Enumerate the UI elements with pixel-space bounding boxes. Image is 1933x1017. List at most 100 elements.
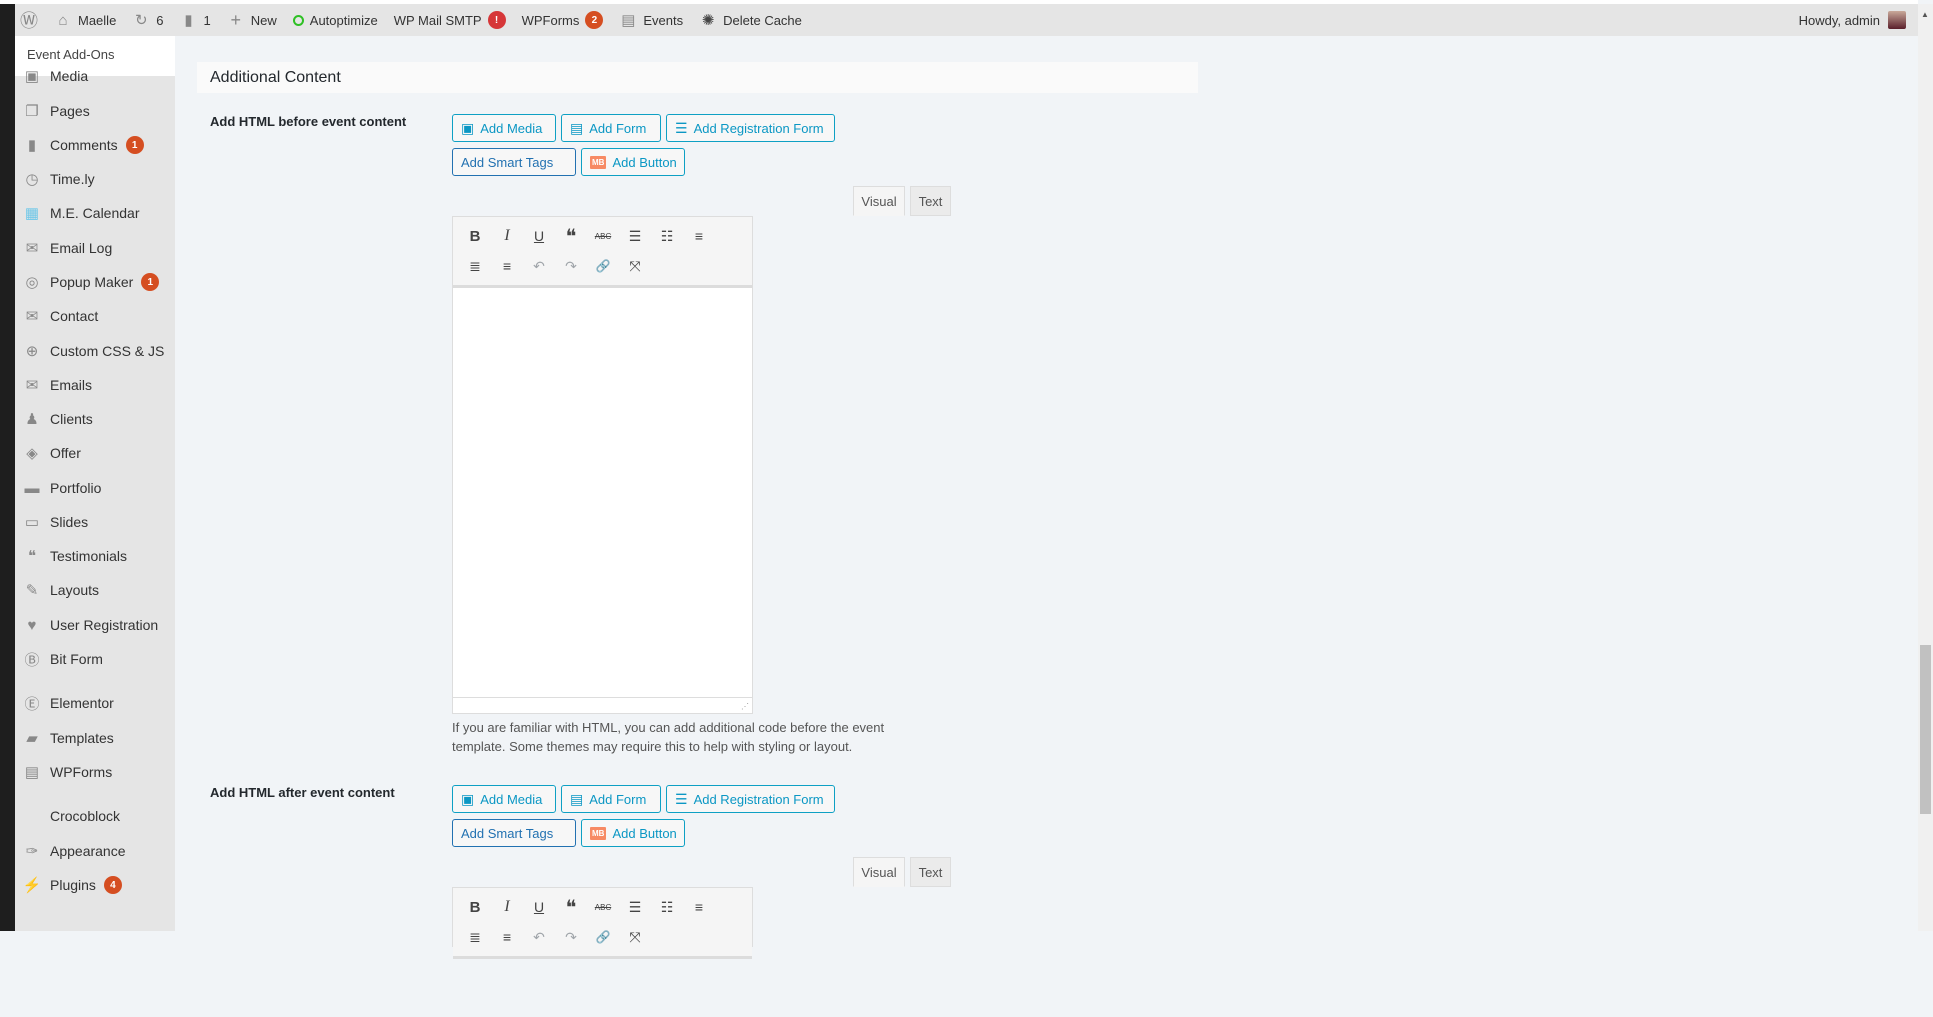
align-center-icon[interactable]: ≣ (459, 922, 491, 952)
before-editor[interactable]: B I U ❝ ABC ☰ ☷ ≡ ≣ ≡ ↶ ↷ 🔗 ⤧ ⋰ (452, 216, 753, 714)
wpforms-link[interactable]: WPForms 2 (522, 11, 604, 29)
align-left-icon[interactable]: ≡ (683, 221, 715, 251)
media-icon: ▣ (461, 790, 475, 807)
scrollbar[interactable]: ▲ (1918, 4, 1933, 931)
sidebar-item-plugins[interactable]: ⚡ Plugins 4 (15, 868, 175, 902)
sidebar-item-m-e-calendar[interactable]: ▦ M.E. Calendar (15, 196, 175, 230)
sidebar-item-elementor[interactable]: Ⓔ Elementor (15, 686, 175, 720)
sidebar-item-slides[interactable]: ▭ Slides (15, 505, 175, 539)
underline-icon[interactable]: U (523, 892, 555, 922)
after-add-form-button[interactable]: ▤ Add Form (561, 785, 661, 813)
smtp-label: WP Mail SMTP (393, 12, 482, 28)
numbered-list-icon[interactable]: ☷ (651, 892, 683, 922)
fullscreen-icon[interactable]: ⤧ (619, 922, 651, 952)
after-editor-content[interactable] (453, 959, 752, 1017)
sidebar-item-appearance[interactable]: ✑ Appearance (15, 834, 175, 868)
email-icon: ✉ (25, 240, 39, 257)
underline-icon[interactable]: U (523, 221, 555, 251)
sidebar-item-label: Custom CSS & JS (50, 343, 165, 359)
sidebar-item-user-registration[interactable]: ♥ User Registration (15, 608, 175, 642)
scroll-up-icon[interactable]: ▲ (1921, 10, 1929, 19)
after-tab-text[interactable]: Text (910, 857, 951, 887)
undo-icon[interactable]: ↶ (523, 922, 555, 952)
align-right-icon[interactable]: ≡ (491, 251, 523, 281)
sidebar-item-portfolio[interactable]: ▬ Portfolio (15, 471, 175, 505)
redo-icon[interactable]: ↷ (555, 922, 587, 952)
sidebar-item-media[interactable]: ▣ Media (15, 59, 175, 93)
sidebar-item-wpforms[interactable]: ▤ WPForms (15, 755, 175, 789)
blockquote-icon[interactable]: ❝ (555, 221, 587, 251)
sidebar-item-templates[interactable]: ▰ Templates (15, 721, 175, 755)
blockquote-icon[interactable]: ❝ (555, 892, 587, 922)
delete-cache-link[interactable]: ✺ Delete Cache (699, 11, 802, 29)
align-right-icon[interactable]: ≡ (491, 922, 523, 952)
after-add-smart-tags-button[interactable]: Add Smart Tags (452, 819, 576, 847)
wpforms-badge: 2 (585, 11, 604, 29)
before-add-form-button[interactable]: ▤ Add Form (561, 114, 661, 142)
bold-icon[interactable]: B (459, 221, 491, 251)
updates-link[interactable]: ↻ 6 (132, 11, 164, 29)
media-icon: ▣ (461, 119, 475, 136)
sidebar-item-contact[interactable]: ✉ Contact (15, 299, 175, 333)
before-add-media-button[interactable]: ▣ Add Media (452, 114, 556, 142)
after-add-form-button-label: Add Form (589, 791, 647, 807)
after-tab-visual[interactable]: Visual (853, 857, 905, 887)
before-add-button-button[interactable]: MB Add Button (581, 148, 685, 176)
pencil-icon: ✎ (25, 582, 39, 599)
after-add-button-button-label: Add Button (612, 825, 677, 841)
numbered-list-icon[interactable]: ☷ (651, 221, 683, 251)
sidebar-item-crocoblock[interactable]: Crocoblock (15, 799, 175, 833)
align-center-icon[interactable]: ≣ (459, 251, 491, 281)
sidebar-item-label: Appearance (50, 843, 126, 859)
sidebar-item-pages[interactable]: ❐ Pages (15, 94, 175, 128)
link-icon[interactable]: 🔗 (587, 251, 619, 281)
sidebar-item-bit-form[interactable]: Ⓑ Bit Form (15, 642, 175, 676)
strikethrough-icon[interactable]: ABC (587, 221, 619, 251)
comments-link[interactable]: ▮ 1 (180, 11, 210, 29)
smtp-link[interactable]: WP Mail SMTP! (394, 11, 506, 29)
sidebar-item-custom-css-js[interactable]: ⊕ Custom CSS & JS (15, 334, 175, 368)
sidebar-item-offer[interactable]: ◈ Offer (15, 436, 175, 470)
sidebar-item-time-ly[interactable]: ◷ Time.ly (15, 162, 175, 196)
scrollbar-thumb[interactable] (1920, 645, 1931, 814)
sidebar-item-testimonials[interactable]: ❝ Testimonials (15, 539, 175, 573)
italic-icon[interactable]: I (491, 221, 523, 251)
autoptimize-link[interactable]: Autoptimize (292, 13, 378, 28)
bold-icon[interactable]: B (459, 892, 491, 922)
after-add-registration-form-button[interactable]: ☰ Add Registration Form (666, 785, 835, 813)
before-tab-visual[interactable]: Visual (853, 186, 905, 216)
before-add-registration-form-button[interactable]: ☰ Add Registration Form (666, 114, 835, 142)
wordpress-logo[interactable]: Ⓦ (20, 7, 38, 33)
fullscreen-icon[interactable]: ⤧ (619, 251, 651, 281)
after-add-media-button[interactable]: ▣ Add Media (452, 785, 556, 813)
sidebar-item-label: Layouts (50, 582, 100, 598)
bullet-list-icon[interactable]: ☰ (619, 221, 651, 251)
sidebar-item-comments[interactable]: ▮ Comments 1 (15, 128, 175, 162)
sidebar-item-layouts[interactable]: ✎ Layouts (15, 573, 175, 607)
strikethrough-icon[interactable]: ABC (587, 892, 619, 922)
sidebar-item-clients[interactable]: ♟ Clients (15, 402, 175, 436)
new-link[interactable]: + New (227, 10, 277, 31)
sidebar-item-email-log[interactable]: ✉ Email Log (15, 231, 175, 265)
popup-icon: ◎ (25, 274, 39, 291)
after-editor[interactable]: B I U ❝ ABC ☰ ☷ ≡ ≣ ≡ ↶ ↷ 🔗 ⤧ (452, 887, 753, 959)
site-link[interactable]: ⌂ Maelle (54, 12, 116, 29)
redo-icon[interactable]: ↷ (555, 251, 587, 281)
sidebar-item-emails[interactable]: ✉ Emails (15, 368, 175, 402)
resize-handle-icon[interactable]: ⋰ (741, 702, 749, 711)
after-add-media-button-label: Add Media (480, 791, 543, 807)
after-add-button-button[interactable]: MB Add Button (581, 819, 685, 847)
sidebar-item-popup-maker[interactable]: ◎ Popup Maker 1 (15, 265, 175, 299)
link-icon[interactable]: 🔗 (587, 922, 619, 952)
envelope-icon: ✉ (25, 308, 39, 325)
bullet-list-icon[interactable]: ☰ (619, 892, 651, 922)
dark-strip (0, 4, 15, 36)
account-menu[interactable]: Howdy, admin (1799, 4, 1906, 36)
events-link[interactable]: ▤ Events (619, 11, 683, 29)
before-add-smart-tags-button[interactable]: Add Smart Tags (452, 148, 576, 176)
undo-icon[interactable]: ↶ (523, 251, 555, 281)
italic-icon[interactable]: I (491, 892, 523, 922)
tag-icon: ◈ (26, 445, 38, 462)
align-left-icon[interactable]: ≡ (683, 892, 715, 922)
before-tab-text[interactable]: Text (910, 186, 951, 216)
